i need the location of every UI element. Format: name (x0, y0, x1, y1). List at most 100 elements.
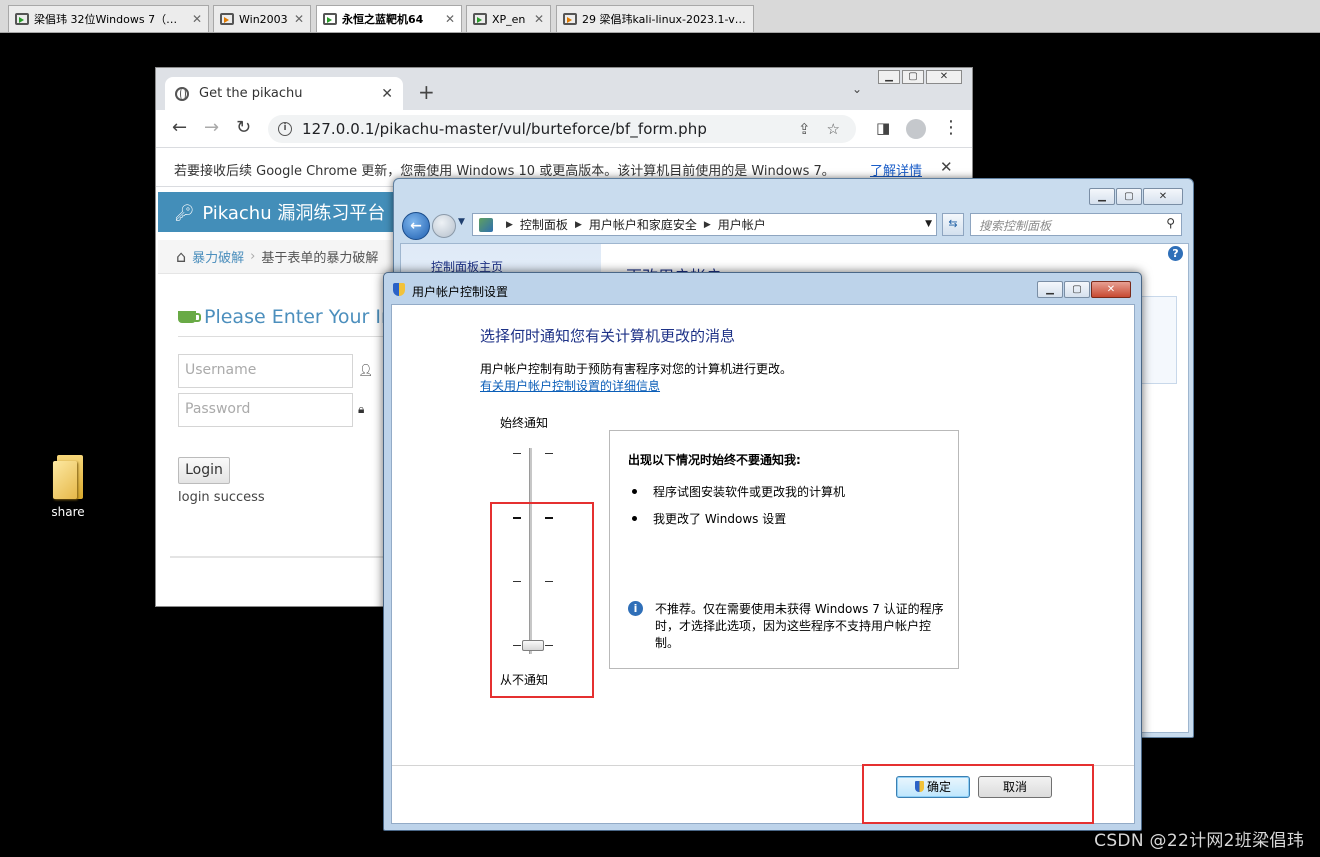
uac-shield-icon (393, 283, 405, 296)
globe-icon (175, 86, 189, 101)
breadcrumb-link[interactable]: 暴力破解 (192, 247, 244, 266)
info-icon: i (628, 601, 643, 616)
divider (170, 556, 384, 558)
vm-tab-eternalblue[interactable]: 永恒之蓝靶机64 ✕ (316, 5, 462, 32)
back-arrow-icon[interactable]: ← (402, 212, 430, 240)
address-url: 127.0.0.1/pikachu-master/vul/burteforce/… (302, 120, 707, 138)
refresh-icon[interactable]: ⇆ (942, 213, 964, 236)
chevron-down-icon[interactable]: ▼ (925, 219, 932, 229)
close-icon[interactable]: ✕ (534, 12, 544, 26)
vm-tab-bar: 梁倡玮 32位Windows 7（密… ✕ Win2003 ✕ 永恒之蓝靶机64… (0, 0, 1320, 33)
site-info-icon[interactable]: i (278, 122, 292, 136)
vm-suspended-icon (563, 13, 577, 25)
username-input[interactable]: Username (178, 354, 353, 388)
side-panel-icon[interactable]: ◨ (876, 118, 890, 138)
reload-icon[interactable]: ↻ (236, 118, 251, 138)
vm-tab-xp-en[interactable]: XP_en ✕ (466, 5, 551, 32)
minimize-button[interactable]: ▁ (878, 70, 900, 84)
desktop-icon-share[interactable]: share (38, 455, 98, 519)
close-icon[interactable]: ✕ (940, 158, 953, 176)
vm-tab-label: 29 梁倡玮kali-linux-2023.1-v… (582, 13, 746, 26)
coffee-icon (178, 311, 201, 323)
vm-running-icon (473, 13, 487, 25)
uac-settings-dialog: 用户帐户控制设置 ▁ ▢ ✕ 选择何时通知您有关计算机更改的消息 用户帐户控制有… (383, 272, 1142, 831)
chrome-tabstrip: ▁ ▢ ✕ Get the pikachu ✕ + ⌄ (156, 68, 972, 110)
level-description-panel: 出现以下情况时始终不要通知我: 程序试图安装软件或更改我的计算机 我更改了 Wi… (609, 430, 959, 669)
close-button[interactable]: ✕ (1091, 281, 1131, 298)
watermark: CSDN @22计网2班梁倡玮 (1094, 831, 1304, 851)
folder-icon (53, 455, 83, 499)
help-icon[interactable]: ? (1168, 246, 1183, 261)
slider-tick (545, 453, 553, 454)
learn-more-link[interactable]: 了解详情 (870, 160, 922, 179)
search-icon[interactable]: ⚲ (1166, 216, 1175, 230)
breadcrumb-item[interactable]: 用户帐户 (718, 216, 766, 233)
control-panel-icon (479, 217, 493, 232)
bullet-icon (632, 489, 637, 494)
user-icon: 👤︎ (358, 363, 374, 377)
more-info-link[interactable]: 有关用户帐户控制设置的详细信息 (480, 377, 660, 394)
vm-tab-label: 永恒之蓝靶机64 (342, 13, 424, 26)
breadcrumb-separator: ▶ (506, 219, 513, 230)
kebab-menu-icon[interactable]: ⋮ (942, 118, 960, 138)
bullet-icon (632, 516, 637, 521)
address-bar[interactable]: i 127.0.0.1/pikachu-master/vul/burteforc… (268, 115, 856, 143)
dialog-description: 用户帐户控制有助于预防有害程序对您的计算机进行更改。 (480, 362, 793, 376)
slider-tick (513, 453, 521, 454)
dialog-title: 用户帐户控制设置 (412, 285, 509, 299)
list-item-text: 我更改了 Windows 设置 (653, 512, 787, 526)
lock-icon: 🔒︎ (358, 402, 365, 416)
breadcrumb-item[interactable]: 用户帐户和家庭安全 (589, 216, 697, 233)
search-input[interactable]: 搜索控制面板 ⚲ (970, 213, 1182, 236)
explorer-address-bar[interactable]: ▶ 控制面板 ▶ 用户帐户和家庭安全 ▶ 用户帐户 ▼ (472, 213, 937, 236)
share-icon[interactable]: ⇪ (798, 120, 811, 138)
close-icon[interactable]: ✕ (192, 12, 202, 26)
browser-tab[interactable]: Get the pikachu ✕ (165, 77, 403, 110)
desktop-icon-label: share (51, 505, 85, 519)
minimize-button[interactable]: ▁ (1089, 188, 1115, 205)
close-icon[interactable]: ✕ (294, 12, 304, 26)
forward-arrow-icon[interactable]: → (204, 118, 219, 138)
vm-tab-label: Win2003 (239, 12, 288, 26)
vm-tab-win2003[interactable]: Win2003 ✕ (213, 5, 311, 32)
list-item: 我更改了 Windows 设置 (632, 510, 786, 527)
maximize-button[interactable]: ▢ (902, 70, 924, 84)
list-item: 程序试图安装软件或更改我的计算机 (632, 483, 845, 500)
warning-text: 不推荐。仅在需要使用未获得 Windows 7 认证的程序时，才选择此选项，因为… (655, 602, 944, 650)
dialog-body: 选择何时通知您有关计算机更改的消息 用户帐户控制有助于预防有害程序对您的计算机进… (391, 304, 1135, 824)
close-button[interactable]: ✕ (1143, 188, 1183, 205)
vm-tab-label: 梁倡玮 32位Windows 7（密… (34, 13, 186, 26)
chevron-down-icon[interactable]: ▼ (458, 217, 465, 227)
login-button[interactable]: Login (178, 457, 230, 484)
pikachu-brand[interactable]: Pikachu 漏洞练习平台 (202, 199, 385, 225)
breadcrumb-item[interactable]: 控制面板 (520, 216, 568, 233)
new-tab-icon[interactable]: + (418, 80, 435, 104)
chevron-down-icon[interactable]: ⌄ (852, 82, 862, 96)
home-icon: ⌂ (176, 247, 187, 266)
bookmark-star-icon[interactable]: ☆ (827, 120, 840, 138)
back-arrow-icon[interactable]: ← (172, 118, 187, 138)
window-controls: ▁ ▢ ✕ (876, 70, 962, 86)
close-icon[interactable]: ✕ (381, 86, 393, 102)
vm-tab-win7-32[interactable]: 梁倡玮 32位Windows 7（密… ✕ (8, 5, 209, 32)
vm-tab-label: XP_en (492, 12, 526, 26)
password-input[interactable]: Password (178, 393, 353, 427)
minimize-button[interactable]: ▁ (1037, 281, 1063, 298)
vm-tab-kali[interactable]: 29 梁倡玮kali-linux-2023.1-v… (556, 5, 754, 32)
infobar-message: 若要接收后续 Google Chrome 更新，您需使用 Windows 10 … (174, 164, 835, 179)
breadcrumb-current: 基于表单的暴力破解 (261, 251, 379, 266)
profile-avatar-icon[interactable] (906, 119, 926, 139)
maximize-button[interactable]: ▢ (1064, 281, 1090, 298)
close-button[interactable]: ✕ (926, 70, 962, 84)
list-item-text: 程序试图安装软件或更改我的计算机 (653, 485, 846, 499)
close-icon[interactable]: ✕ (445, 12, 455, 26)
divider (178, 336, 398, 337)
slider-top-label: 始终通知 (500, 416, 549, 430)
chrome-toolbar: ← → ↻ i 127.0.0.1/pikachu-master/vul/bur… (156, 110, 972, 148)
search-placeholder: 搜索控制面板 (979, 219, 1052, 233)
forward-arrow-icon[interactable] (432, 214, 456, 238)
maximize-button[interactable]: ▢ (1116, 188, 1142, 205)
vm-running-icon (323, 13, 337, 25)
highlight-box-slider (490, 502, 594, 698)
dialog-heading: 选择何时通知您有关计算机更改的消息 (480, 327, 736, 345)
